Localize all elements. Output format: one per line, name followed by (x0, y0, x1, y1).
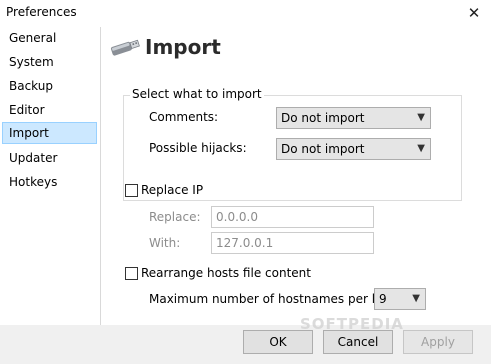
comments-select-value: Do not import (281, 111, 365, 125)
close-button[interactable]: ✕ (463, 3, 485, 23)
chevron-down-icon: ▼ (417, 112, 425, 123)
max-hostnames-label: Maximum number of hostnames per line: (149, 292, 398, 306)
sidebar-item-updater[interactable]: Updater (2, 147, 97, 169)
ok-button[interactable]: OK (243, 330, 313, 354)
max-hostnames-value: 9 (379, 292, 387, 306)
sidebar-item-general[interactable]: General (2, 27, 97, 49)
dialog-footer: OK Cancel Apply (0, 325, 491, 364)
with-input[interactable]: 127.0.0.1 (211, 232, 374, 254)
chevron-down-icon: ▼ (417, 143, 425, 154)
sidebar: General System Backup Editor Import Upda… (0, 27, 101, 325)
sidebar-item-import[interactable]: Import (2, 122, 97, 144)
sidebar-item-backup[interactable]: Backup (2, 75, 97, 97)
comments-label: Comments: (149, 110, 219, 124)
sidebar-item-editor[interactable]: Editor (2, 99, 97, 121)
main-panel: Import Select what to import Comments: D… (101, 27, 491, 325)
title-bar: Preferences ✕ (0, 0, 491, 27)
sidebar-item-system[interactable]: System (2, 51, 97, 73)
apply-button[interactable]: Apply (403, 330, 473, 354)
comments-select[interactable]: Do not import ▼ (276, 107, 431, 129)
window-title: Preferences (6, 5, 77, 19)
page-title: Import (145, 35, 221, 59)
replace-label: Replace: (149, 210, 201, 224)
cancel-button[interactable]: Cancel (323, 330, 393, 354)
sidebar-item-hotkeys[interactable]: Hotkeys (2, 171, 97, 193)
import-group-legend: Select what to import (130, 87, 264, 101)
with-label: With: (149, 236, 181, 250)
rearrange-label[interactable]: Rearrange hosts file content (141, 266, 311, 280)
hijacks-select-value: Do not import (281, 142, 365, 156)
usb-drive-icon (110, 39, 140, 56)
replace-ip-label[interactable]: Replace IP (141, 183, 203, 197)
close-icon: ✕ (467, 4, 481, 22)
replace-input[interactable]: 0.0.0.0 (211, 206, 374, 228)
hijacks-select[interactable]: Do not import ▼ (276, 138, 431, 160)
chevron-down-icon: ▼ (412, 293, 420, 304)
rearrange-checkbox[interactable] (125, 267, 138, 280)
max-hostnames-select[interactable]: 9 ▼ (374, 288, 426, 310)
replace-ip-checkbox[interactable] (125, 184, 138, 197)
softpedia-watermark: SOFTPEDIA (300, 315, 404, 333)
hijacks-label: Possible hijacks: (149, 141, 247, 155)
